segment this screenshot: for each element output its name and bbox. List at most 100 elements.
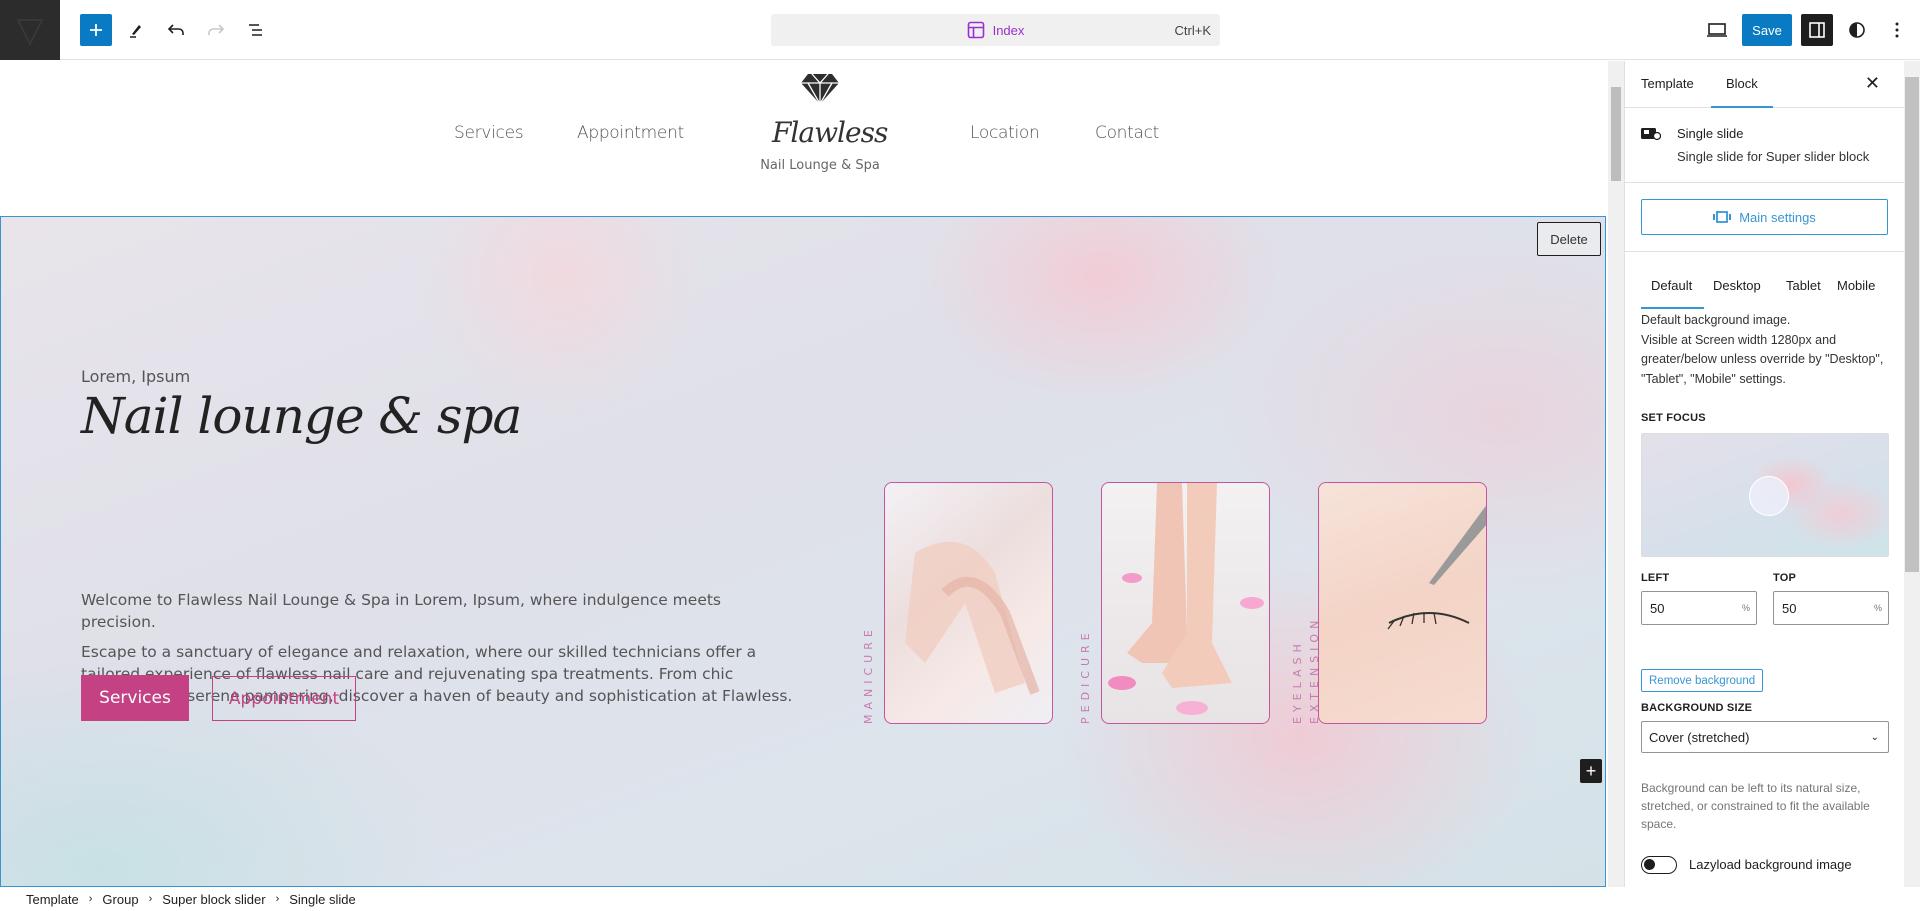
sidebar-tabs: Template Block ✕: [1625, 61, 1904, 108]
service-card-manicure[interactable]: [884, 482, 1053, 724]
services-button[interactable]: Services: [81, 675, 189, 721]
focal-point-handle[interactable]: [1749, 476, 1789, 516]
card-label-manicure: MANICURE: [862, 625, 875, 724]
save-button[interactable]: Save: [1742, 14, 1792, 46]
background-size-help: Background can be left to its natural si…: [1641, 781, 1870, 831]
undo-icon: [167, 24, 184, 35]
layout-icon: [967, 21, 984, 39]
eyelash-image: [1387, 505, 1486, 630]
toggle-knob: [1644, 859, 1655, 870]
tab-default[interactable]: Default: [1651, 278, 1692, 293]
more-vertical-icon: [1895, 22, 1899, 38]
sidebar-scrollbar[interactable]: [1904, 61, 1920, 887]
block-description: Single slide for Super slider block: [1677, 149, 1870, 164]
background-size-select[interactable]: Cover (stretched) ⌄: [1641, 721, 1889, 753]
tab-template[interactable]: Template: [1641, 76, 1694, 91]
focal-point-picker[interactable]: [1641, 433, 1889, 557]
breadcrumb-single-slide: Single slide: [289, 891, 356, 907]
sidebar-scrollbar-thumb[interactable]: [1905, 77, 1919, 572]
viewport-description-line2: Visible at Screen width 1280px and great…: [1641, 332, 1884, 386]
block-card: Single slide Single slide for Super slid…: [1625, 108, 1904, 183]
percent-unit: %: [1873, 603, 1882, 613]
command-title: Index: [992, 22, 1025, 38]
nav-link-appointment[interactable]: Appointment: [577, 123, 684, 143]
feet-image: [1108, 483, 1264, 715]
lazyload-label: Lazyload background image: [1689, 857, 1852, 872]
tools-button[interactable]: [120, 14, 152, 46]
close-icon: ✕: [1864, 73, 1880, 93]
contrast-icon: [1849, 22, 1865, 38]
settings-sidebar: Template Block ✕ Single slide Single sli…: [1624, 61, 1904, 887]
focal-top-input[interactable]: 50 %: [1773, 591, 1889, 625]
close-sidebar-button[interactable]: ✕: [1865, 73, 1880, 94]
diamond-logo-icon: [801, 73, 839, 105]
card-label-eyelash-line1: EYELASH: [1291, 639, 1304, 724]
editor-topbar: Index Ctrl+K Save: [0, 0, 1920, 60]
background-size-value: Cover (stretched): [1649, 729, 1750, 745]
viewport-tabs: Default Desktop Tablet Mobile: [1625, 271, 1904, 309]
remove-background-button[interactable]: Remove background: [1641, 669, 1764, 692]
set-focus-label: SET FOCUS: [1641, 412, 1706, 424]
chevron-right-icon: ›: [148, 893, 153, 905]
styles-button[interactable]: [1841, 14, 1873, 46]
percent-unit: %: [1741, 603, 1750, 613]
appointment-button[interactable]: Appointment: [212, 676, 356, 721]
background-size-label: BACKGROUND SIZE: [1641, 702, 1753, 714]
main-settings-button[interactable]: Main settings: [1641, 199, 1888, 235]
redo-button[interactable]: [200, 14, 232, 46]
service-card-pedicure[interactable]: [1101, 482, 1270, 724]
desktop-preview-icon: [1707, 23, 1727, 37]
divider: [1625, 251, 1904, 252]
preview-button[interactable]: [1701, 14, 1733, 46]
nav-link-services[interactable]: Services: [454, 123, 524, 143]
logo-wordmark[interactable]: Flawless: [772, 116, 888, 149]
tab-mobile[interactable]: Mobile: [1837, 278, 1875, 293]
block-breadcrumbs: Template › Group › Super block slider › …: [0, 887, 1624, 911]
lazyload-toggle[interactable]: [1641, 856, 1677, 874]
plus-icon: +: [1585, 760, 1597, 781]
hands-image: [905, 541, 1040, 695]
main-settings-label: Main settings: [1739, 209, 1816, 225]
tab-tablet[interactable]: Tablet: [1786, 278, 1821, 293]
breadcrumb-group[interactable]: Group: [102, 892, 138, 907]
command-shortcut: Ctrl+K: [1174, 22, 1211, 38]
service-card-eyelash[interactable]: [1318, 482, 1487, 724]
breadcrumb-super-block-slider[interactable]: Super block slider: [162, 892, 265, 907]
focal-left-value: 50: [1650, 600, 1665, 616]
left-label: LEFT: [1641, 572, 1670, 584]
site-header: Services Appointment Flawless Nail Loung…: [0, 61, 1608, 216]
nav-link-location[interactable]: Location: [970, 123, 1040, 143]
single-slide-block[interactable]: Delete Lorem, Ipsum Nail lounge & spa We…: [0, 216, 1606, 887]
editor-canvas: Services Appointment Flawless Nail Loung…: [0, 61, 1608, 887]
block-title: Single slide: [1677, 126, 1744, 141]
nav-link-contact[interactable]: Contact: [1095, 123, 1159, 143]
delete-slide-button[interactable]: Delete: [1537, 222, 1601, 256]
active-tab-indicator: [1641, 307, 1704, 309]
tab-desktop[interactable]: Desktop: [1713, 278, 1761, 293]
breadcrumb-template[interactable]: Template: [26, 892, 79, 907]
chevron-down-icon: ⌄: [1870, 731, 1879, 743]
canvas-scrollbar[interactable]: [1608, 61, 1624, 887]
slide-block-icon: [1641, 128, 1661, 141]
undo-button[interactable]: [160, 14, 192, 46]
settings-sidebar-toggle[interactable]: [1801, 14, 1833, 46]
insert-block-button[interactable]: +: [1580, 759, 1602, 783]
focal-left-input[interactable]: 50 %: [1641, 591, 1757, 625]
command-palette-button[interactable]: Index Ctrl+K: [771, 14, 1220, 46]
slider-settings-icon: [1713, 211, 1732, 223]
hero-title: Nail lounge & spa: [81, 387, 522, 445]
viewport-description-line1: Default background image.: [1641, 313, 1791, 327]
site-icon[interactable]: [0, 0, 60, 60]
tab-block[interactable]: Block: [1711, 76, 1773, 108]
list-view-icon: [249, 24, 262, 36]
viewport-description: Default background image. Visible at Scr…: [1625, 311, 1904, 389]
list-view-button[interactable]: [240, 14, 272, 46]
options-button[interactable]: [1881, 14, 1913, 46]
hero-body: Escape to a sanctuary of elegance and re…: [81, 643, 793, 705]
sidebar-icon: [1809, 22, 1825, 38]
focal-top-value: 50: [1782, 600, 1797, 616]
redo-icon: [208, 24, 225, 35]
add-block-button[interactable]: [80, 14, 112, 46]
canvas-scrollbar-thumb[interactable]: [1611, 87, 1621, 181]
plus-icon: [90, 24, 102, 36]
